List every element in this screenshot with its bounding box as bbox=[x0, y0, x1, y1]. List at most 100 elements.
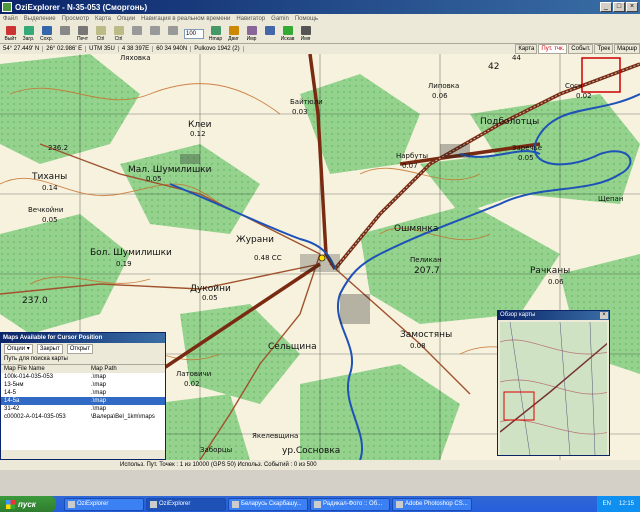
menu-item-7[interactable]: Gamin bbox=[271, 16, 289, 22]
overview-close-button[interactable]: × bbox=[600, 312, 608, 319]
overview-map[interactable] bbox=[500, 322, 607, 455]
map-label: 0.08 bbox=[410, 342, 426, 350]
menu-item-2[interactable]: Просмотр bbox=[62, 16, 89, 22]
toolbar-button-3[interactable] bbox=[56, 25, 73, 43]
col-map-file[interactable]: Map File Name bbox=[1, 365, 91, 373]
exit-icon bbox=[5, 25, 16, 35]
map-file-cell: 14-5а bbox=[4, 398, 20, 404]
toolbar-right-button-4[interactable]: Искав bbox=[279, 25, 296, 43]
toolbar-right-button-0[interactable]: Hmap bbox=[207, 25, 224, 43]
map-label: 0.06 bbox=[432, 92, 448, 100]
map-label: Сельщина bbox=[268, 342, 317, 352]
col-map-path[interactable]: Map Path bbox=[91, 365, 165, 373]
map-label: Вечкойни bbox=[28, 206, 64, 214]
name-icon bbox=[300, 25, 311, 35]
toolbar-label: Двиг bbox=[228, 35, 239, 42]
menu-item-6[interactable]: Навигатор bbox=[236, 16, 265, 22]
app-icon bbox=[150, 500, 157, 508]
maps-open-button[interactable]: Открыт bbox=[66, 344, 94, 354]
toolbar-button-9[interactable] bbox=[164, 25, 181, 43]
zoom-select[interactable]: 100 bbox=[184, 28, 204, 39]
table-row[interactable]: 31-42 .\map bbox=[1, 405, 165, 413]
map-label: Клеи bbox=[188, 120, 212, 130]
toolbar-button-1[interactable]: Загр. bbox=[20, 25, 37, 43]
minimize-button[interactable]: _ bbox=[600, 2, 612, 12]
map-file-cell: 13-5нм bbox=[4, 382, 24, 388]
datum-readout: Pulkovo 1942 (2) bbox=[191, 46, 244, 52]
toolbar-button-7[interactable] bbox=[128, 25, 145, 43]
latitude-readout: 54° 27.449' N bbox=[0, 46, 44, 52]
table-row[interactable]: 14-5 .\map bbox=[1, 389, 165, 397]
table-row[interactable]: 14-5а .\map bbox=[1, 397, 165, 405]
title-bar: OziExplorer - N-35-053 (Сморгонь) _ □ × bbox=[0, 0, 640, 14]
menu-item-1[interactable]: Выделение bbox=[24, 16, 56, 22]
map-label: Журани bbox=[236, 235, 274, 245]
language-indicator[interactable]: EN bbox=[603, 501, 611, 507]
map-label: Мал. Шумилишки bbox=[128, 165, 212, 175]
taskbar-item-label: Радикал-Фото :: Об... bbox=[323, 500, 383, 507]
toolbar-button-6[interactable]: Ctrl bbox=[110, 25, 127, 43]
map-label: 0.07 bbox=[402, 162, 418, 170]
taskbar-item-label: OziExplorer bbox=[77, 500, 109, 507]
toolbar-label: Имя bbox=[300, 35, 311, 42]
toolbar-label: Ctrl bbox=[114, 35, 123, 42]
toolbar-button-4[interactable]: Печт bbox=[74, 25, 91, 43]
tab-1[interactable]: Пут. тчк. bbox=[538, 44, 568, 54]
toolbar-right-button-2[interactable]: Имр bbox=[243, 25, 260, 43]
toolbar-right-button-3[interactable] bbox=[261, 25, 278, 43]
save-icon bbox=[41, 25, 52, 35]
taskbar-item-3[interactable]: Радикал-Фото :: Об... bbox=[310, 497, 390, 511]
maximize-button[interactable]: □ bbox=[613, 2, 625, 12]
taskbar-item-2[interactable]: Беларусь Скарбашу... bbox=[228, 497, 308, 511]
taskbar-item-4[interactable]: Adobe Photoshop CS... bbox=[392, 497, 472, 511]
menu-item-0[interactable]: Файл bbox=[3, 16, 18, 22]
print-icon bbox=[77, 25, 88, 35]
table-row[interactable]: 13-5нм .\map bbox=[1, 381, 165, 389]
task-list: OziExplorer OziExplorer Беларусь Скарбашу.… bbox=[64, 497, 472, 511]
menu-item-3[interactable]: Карта bbox=[95, 16, 111, 22]
map-label: Ляховка bbox=[120, 54, 151, 62]
maps-options-button[interactable]: Опции ▾ bbox=[4, 344, 33, 354]
tab-0[interactable]: Карта bbox=[515, 44, 538, 54]
menu-item-8[interactable]: Помощь bbox=[295, 16, 318, 22]
map-path-cell: .\map bbox=[91, 382, 107, 388]
tab-3[interactable]: Трек bbox=[594, 44, 614, 54]
tab-4[interactable]: Маршр bbox=[614, 44, 640, 54]
menu-item-5[interactable]: Навигация в реальном времени bbox=[141, 16, 230, 22]
move-icon bbox=[228, 25, 239, 35]
map-label: Нарбуты bbox=[396, 152, 429, 160]
utm-zone-readout: UTM 35U bbox=[86, 46, 119, 52]
maps-open-label: Открыт bbox=[69, 346, 91, 352]
menu-item-4[interactable]: Опции bbox=[117, 16, 135, 22]
map-path-cell: \Валера\Bel_1km\maps bbox=[91, 414, 155, 420]
map-label: 0.02 bbox=[184, 380, 200, 388]
app-icon bbox=[232, 500, 239, 508]
toolbar-right-button-5[interactable]: Имя bbox=[297, 25, 314, 43]
toolbar-label: Ctrl bbox=[96, 35, 105, 42]
toolbar-button-0[interactable]: Выйт bbox=[2, 25, 19, 43]
map-file-cell: 31-42 bbox=[4, 406, 20, 412]
toolbar-button-8[interactable] bbox=[146, 25, 163, 43]
map-label: 0.05 bbox=[42, 216, 58, 224]
maps-panel-title: Maps Available for Cursor Position bbox=[1, 333, 165, 343]
map-label: Липовка bbox=[428, 82, 460, 90]
taskbar-item-1[interactable]: OziExplorer bbox=[146, 497, 226, 511]
map-label: 0.06 bbox=[548, 278, 564, 286]
start-button[interactable]: пуск bbox=[0, 496, 56, 512]
toolbar-button-2[interactable]: Сохр. bbox=[38, 25, 55, 43]
map-label: 0.05 bbox=[518, 154, 534, 162]
tab-2[interactable]: Событ. bbox=[568, 44, 594, 54]
toolbar-button-5[interactable]: Ctrl bbox=[92, 25, 109, 43]
taskbar: пуск OziExplorer OziExplorer Беларусь Скар… bbox=[0, 496, 640, 512]
map-label: 0.12 bbox=[190, 130, 206, 138]
toolbar-label: Загр. bbox=[22, 35, 35, 42]
close-button[interactable]: × bbox=[626, 2, 638, 12]
toolbar-right-button-1[interactable]: Двиг bbox=[225, 25, 242, 43]
taskbar-item-label: OziExplorer bbox=[159, 500, 191, 507]
maps-close-button[interactable]: Закрыт bbox=[36, 344, 63, 354]
table-row[interactable]: c00002-A-014-035-053 \Валера\Bel_1km\maps bbox=[1, 413, 165, 421]
map-label: Тиханы bbox=[32, 172, 68, 182]
import-icon bbox=[246, 25, 257, 35]
table-row[interactable]: 100k-014-035-053 .\map bbox=[1, 373, 165, 381]
taskbar-item-0[interactable]: OziExplorer bbox=[64, 497, 144, 511]
